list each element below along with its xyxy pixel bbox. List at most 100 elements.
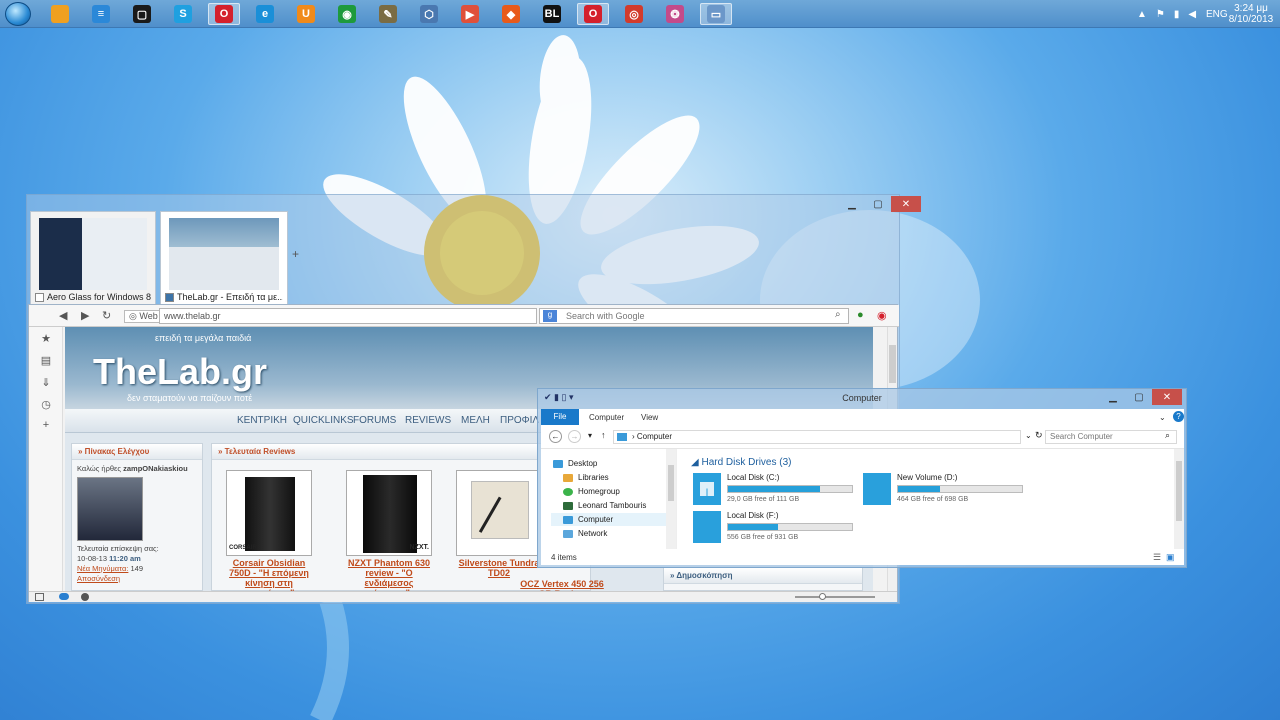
taskbar-orange-app-button[interactable]: ◆ <box>495 3 527 25</box>
sync-icon[interactable] <box>59 593 69 600</box>
address-bar[interactable]: › Computer <box>613 430 1021 444</box>
review-item[interactable]: OCZ Vertex 450 256 GB Review <box>517 577 607 591</box>
recent-locations-icon[interactable]: ▾ <box>588 431 592 440</box>
menu-item-members[interactable]: ΜΕΛΗ <box>461 415 490 426</box>
tab-thelab[interactable]: TheLab.gr - Επειδή τα με... <box>160 211 288 305</box>
search-input[interactable]: Search Computer <box>1045 430 1177 444</box>
search-input[interactable]: Search with Google <box>539 308 849 324</box>
taskbar-media-app-button[interactable]: ▶ <box>454 3 486 25</box>
language-indicator[interactable]: ENG <box>1206 0 1228 28</box>
address-bar[interactable]: www.thelab.gr <box>159 308 537 324</box>
refresh-icon[interactable]: ↻ <box>1035 430 1043 441</box>
opera-menu-icon[interactable]: ◉ <box>877 309 887 322</box>
downloads-icon[interactable]: ⇓ <box>40 377 52 389</box>
tab-view[interactable]: View <box>641 413 658 422</box>
tree-item-desktop[interactable]: Desktop <box>551 457 667 470</box>
taskbar-opera-button[interactable]: O <box>208 3 240 25</box>
tree-item-computer[interactable]: Computer <box>551 513 667 526</box>
scrollbar-thumb[interactable] <box>1176 461 1182 521</box>
taskbar-green-app-button[interactable]: ◉ <box>331 3 363 25</box>
up-icon[interactable]: ↑ <box>601 430 606 440</box>
scrollbar-thumb[interactable] <box>889 345 896 383</box>
drive-d[interactable]: New Volume (D:) 464 GB free of 698 GB <box>863 473 1033 509</box>
clock[interactable]: 3:24 μμ 8/10/2013 <box>1226 0 1276 28</box>
extension-icon[interactable]: ● <box>857 309 864 321</box>
tab-aero-glass[interactable]: Aero Glass for Windows 8 <box>30 211 156 305</box>
forward-icon[interactable]: → <box>568 430 581 443</box>
help-icon[interactable]: ? <box>1173 411 1184 422</box>
tree-item-homegroup[interactable]: Homegroup <box>551 485 667 498</box>
taskbar-internet-explorer-button[interactable]: e <box>249 3 281 25</box>
maximize-button[interactable]: ▢ <box>1126 389 1152 405</box>
minimize-button[interactable]: ▁ <box>839 196 865 212</box>
tab-computer[interactable]: Computer <box>589 413 624 422</box>
content-scrollbar[interactable] <box>1174 449 1184 549</box>
menu-item-quicklinks[interactable]: QUICKLINKS <box>293 415 354 426</box>
new-tab-icon[interactable]: + <box>292 247 299 261</box>
review-item[interactable]: CORSAIR Corsair Obsidian 750D - "Η επόμε… <box>224 470 314 591</box>
site-logo[interactable]: TheLab.gr <box>93 351 267 393</box>
volume-icon[interactable]: ◀ <box>1188 9 1196 20</box>
review-title[interactable]: OCZ Vertex 450 256 GB Review <box>517 579 607 591</box>
close-button[interactable]: ✕ <box>891 196 921 212</box>
tab-file[interactable]: File <box>541 409 579 425</box>
review-title[interactable]: Corsair Obsidian 750D - "Η επόμενη κίνησ… <box>224 558 314 591</box>
taskbar-desktop-app-button[interactable]: ▭ <box>700 3 732 25</box>
tree-item-libraries[interactable]: Libraries <box>551 471 667 484</box>
search-icon[interactable]: ⌕ <box>835 309 841 320</box>
zoom-slider-handle[interactable] <box>819 593 826 600</box>
avatar[interactable] <box>77 477 143 541</box>
section-header[interactable]: ◢ Hard Disk Drives (3) <box>691 457 791 468</box>
maximize-button[interactable]: ▢ <box>865 196 891 212</box>
back-icon[interactable]: ◀ <box>59 309 67 322</box>
tree-item-user[interactable]: Leonard Tambouris <box>551 499 667 512</box>
review-item[interactable]: NZXT. NZXT Phantom 630 review - "Ο ενδιά… <box>344 470 434 591</box>
review-item[interactable]: Silverstone Tundra TD02 <box>454 470 544 578</box>
taskbar-skype-button[interactable]: S <box>167 3 199 25</box>
minimize-button[interactable]: ▁ <box>1100 389 1126 405</box>
taskbar-ubuntu-like-button[interactable]: U <box>290 3 322 25</box>
close-button[interactable]: ✕ <box>1152 389 1182 405</box>
expand-ribbon-icon[interactable]: ⌄ <box>1159 413 1166 422</box>
web-badge[interactable]: ◎ Web <box>124 310 163 323</box>
username[interactable]: zampONakiaskiou <box>123 464 188 473</box>
taskbar-bl-app-button[interactable]: BL <box>536 3 568 25</box>
taskbar-bubbles-app-button[interactable]: ❂ <box>659 3 691 25</box>
details-view-icon[interactable]: ☰ <box>1153 552 1161 563</box>
taskbar-opera-second-button[interactable]: O <box>577 3 609 25</box>
back-icon[interactable]: ← <box>549 430 562 443</box>
reload-icon[interactable]: ↻ <box>102 309 111 322</box>
new-messages-link[interactable]: Νέα Μηνύματα: <box>77 564 128 573</box>
zoom-slider[interactable] <box>795 593 875 600</box>
taskbar-virtualbox-button[interactable]: ⬡ <box>413 3 445 25</box>
drive-c[interactable]: Local Disk (C:) 29,0 GB free of 111 GB <box>693 473 863 509</box>
logout-link[interactable]: Αποσύνδεση <box>77 574 197 584</box>
forward-icon[interactable]: ▶ <box>81 309 89 322</box>
notes-icon[interactable]: ▤ <box>40 355 52 367</box>
taskbar-app-window-button[interactable]: ▢ <box>126 3 158 25</box>
drive-f[interactable]: Local Disk (F:) 556 GB free of 931 GB <box>693 511 863 547</box>
speed-dial-icon[interactable] <box>81 593 89 601</box>
menu-item-home[interactable]: ΚΕΝΤΡΙΚΗ <box>237 415 287 426</box>
menu-item-forums[interactable]: FORUMS <box>353 415 396 426</box>
start-button[interactable] <box>5 2 31 26</box>
taskbar-app-list-button[interactable]: ≡ <box>85 3 117 25</box>
review-title[interactable]: NZXT Phantom 630 review - "Ο ενδιάμεσος … <box>344 558 434 591</box>
scrollbar-thumb[interactable] <box>668 465 674 501</box>
tree-item-network[interactable]: Network <box>551 527 667 540</box>
google-icon[interactable]: g <box>543 310 557 322</box>
taskbar-paint-app-button[interactable]: ✎ <box>372 3 404 25</box>
flag-icon[interactable]: ⚑ <box>1156 9 1165 20</box>
review-title[interactable]: Silverstone Tundra TD02 <box>454 558 544 578</box>
address-dropdown-icon[interactable]: ⌄ <box>1025 431 1032 440</box>
panel-toggle-icon[interactable] <box>35 593 44 601</box>
add-panel-icon[interactable]: + <box>40 419 52 431</box>
menu-item-reviews[interactable]: REVIEWS <box>405 415 451 426</box>
network-icon[interactable]: ▮ <box>1174 9 1180 20</box>
history-icon[interactable]: ◷ <box>40 399 52 411</box>
tiles-view-icon[interactable]: ▣ <box>1166 552 1175 563</box>
tree-scrollbar[interactable] <box>666 449 676 549</box>
show-hidden-icons-icon[interactable]: ▲ <box>1137 9 1147 20</box>
menu-item-profile[interactable]: ΠΡΟΦΙΛ <box>500 415 539 426</box>
taskbar-file-explorer-button[interactable] <box>44 3 76 25</box>
